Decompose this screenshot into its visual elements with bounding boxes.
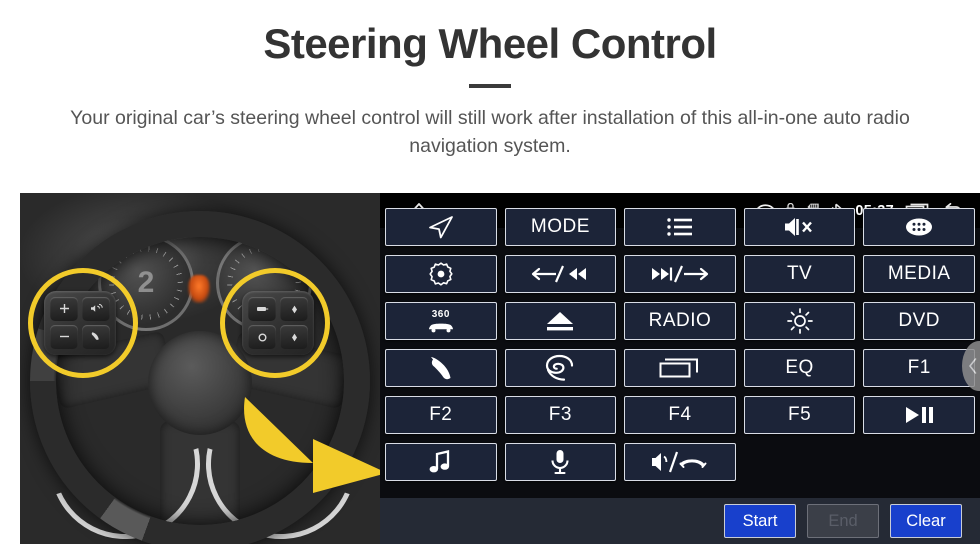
next-track-icon [651,265,709,283]
mute-icon [784,218,812,236]
function-button-grid: MODE TV MEDIA 360 RADIO DVD EQ F1 F2 F3 … [380,208,980,481]
button-label: MODE [530,216,590,237]
button-label: 360 [431,308,450,320]
button-apps[interactable] [863,208,975,246]
button-label: F3 [548,404,572,425]
start-button[interactable]: Start [724,504,796,538]
button-brightness[interactable] [743,302,856,340]
button-next[interactable] [624,255,736,293]
button-microphone[interactable] [504,443,617,481]
highlight-circle-left [28,268,138,378]
chevron-left-icon [969,358,977,374]
button-f5[interactable]: F5 [743,396,856,434]
end-button[interactable]: End [807,504,879,538]
steering-wheel-photo: 2 [20,193,380,544]
navigation-arrow-icon [428,216,453,239]
volume-hangup-icon [651,451,707,473]
button-previous[interactable] [504,255,617,293]
button-label: TV [786,263,813,284]
brightness-icon [786,308,813,334]
button-tv[interactable]: TV [743,255,856,293]
apps-grid-icon [906,218,933,236]
button-camera-360[interactable]: 360 [385,302,497,340]
button-label: End [828,511,858,530]
window-icon [659,358,698,378]
play-pause-icon [906,407,934,423]
previous-track-icon [532,265,587,283]
button-settings[interactable] [385,255,497,293]
button-media[interactable]: MEDIA [863,255,975,293]
title-underline [469,84,511,89]
button-f2[interactable]: F2 [385,396,497,434]
steering-wheel-photo-pane: 2 [0,193,380,544]
button-label: DVD [898,310,940,331]
button-phone[interactable] [385,349,497,387]
car-radio-panel: 05:37 MODE [380,193,980,544]
microphone-icon [551,450,569,475]
button-label: EQ [785,357,814,378]
button-label: Clear [906,511,946,530]
button-label: RADIO [648,310,712,331]
button-music[interactable] [385,443,497,481]
eject-icon [547,312,574,331]
button-blank-2 [863,443,975,481]
button-mode[interactable]: MODE [504,208,617,246]
phone-icon [430,357,451,380]
clear-button[interactable]: Clear [890,504,962,538]
music-note-icon [429,450,449,473]
content-area: 2 [0,193,980,544]
button-play-pause[interactable] [863,396,975,434]
button-label: F2 [429,404,453,425]
button-radio[interactable]: RADIO [624,302,736,340]
button-dvd[interactable]: DVD [863,302,975,340]
page-header: Steering Wheel Control Your original car… [0,0,980,161]
button-list[interactable] [624,208,736,246]
button-mute[interactable] [743,208,856,246]
highlight-circle-right [220,268,330,378]
button-label: F1 [907,357,931,378]
button-navigation[interactable] [385,208,497,246]
swirl-icon [546,354,574,381]
button-label: MEDIA [887,263,951,284]
button-volume-hangup[interactable] [624,443,736,481]
button-f1[interactable]: F1 [863,349,975,387]
button-eject[interactable] [504,302,617,340]
page-title: Steering Wheel Control [263,20,717,67]
gear-target-icon [429,262,453,286]
page-subtitle: Your original car’s steering wheel contr… [70,107,910,158]
button-f4[interactable]: F4 [624,396,736,434]
button-window[interactable] [624,349,736,387]
curved-arrow-icon [244,397,380,493]
pointing-arrow [235,389,380,499]
button-label: F4 [668,404,692,425]
button-eq[interactable]: EQ [743,349,856,387]
action-bar: Start End Clear [380,498,980,544]
car-360-icon: 360 [426,308,456,333]
button-swirl[interactable] [504,349,617,387]
button-f3[interactable]: F3 [504,396,617,434]
list-icon [667,218,692,236]
button-label: Start [742,511,778,530]
button-label: F5 [788,404,812,425]
button-blank-1 [744,443,856,481]
